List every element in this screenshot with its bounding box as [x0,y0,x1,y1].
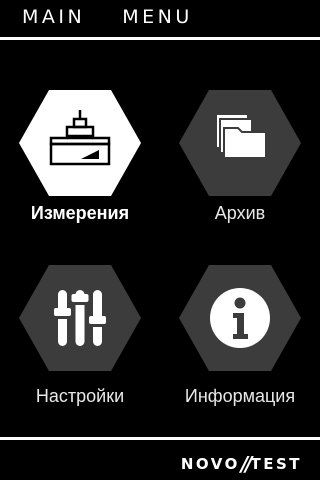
header-divider [0,37,320,40]
brand-text-right: TEST [250,455,302,473]
brand-text-left: NOVO [180,455,240,473]
menu-item-information[interactable]: Информация [160,265,320,435]
info-icon [210,288,270,348]
settings-sliders-icon [54,290,106,346]
brand-separator: // [240,452,252,476]
measurement-icon [49,110,111,166]
menu-item-label: Измерения [30,203,130,223]
menu-item-label: Архив [214,203,266,223]
page-title: MAIN MENU [22,6,193,28]
menu-item-label: Настройки [35,386,125,406]
menu-item-label: Информация [184,386,296,406]
brand-logo: NOVO // TEST [181,452,302,476]
menu-item-archive[interactable]: Архив [160,90,320,260]
menu-item-settings[interactable]: Настройки [0,265,160,435]
archive-folders-icon [215,113,267,159]
menu-item-measurements[interactable]: Измерения [0,90,160,260]
footer-divider [0,437,320,440]
